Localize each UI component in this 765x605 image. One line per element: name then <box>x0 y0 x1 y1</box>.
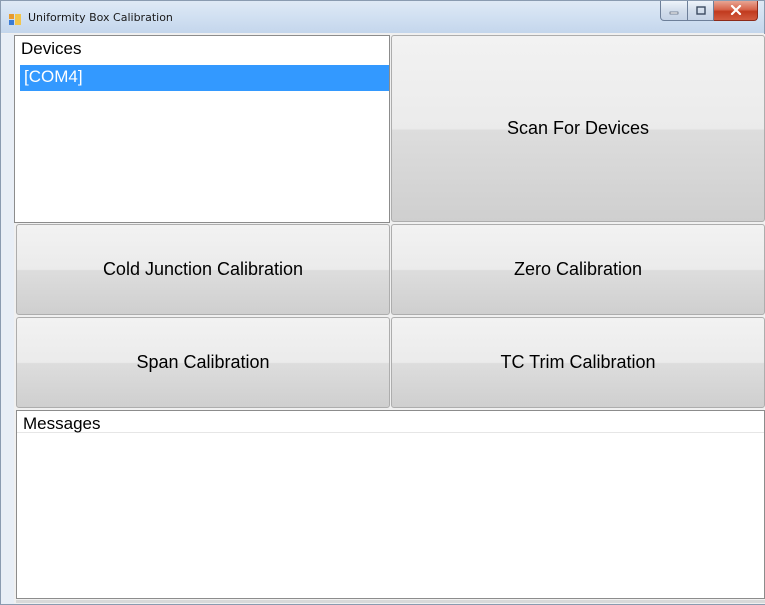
device-list[interactable]: [COM4] <box>20 65 389 91</box>
messages-text-area[interactable] <box>17 434 764 598</box>
window-title: Uniformity Box Calibration <box>28 11 173 24</box>
span-calibration-button[interactable]: Span Calibration <box>16 317 390 408</box>
main-window: Uniformity Box Calibration Devices [COM4… <box>0 0 765 605</box>
device-list-item[interactable]: [COM4] <box>20 65 389 91</box>
zero-calibration-button[interactable]: Zero Calibration <box>391 224 765 315</box>
minimize-button[interactable] <box>660 1 688 21</box>
client-area: Devices [COM4] Scan For Devices Cold Jun… <box>14 34 765 604</box>
minimize-icon <box>669 2 679 20</box>
cold-junction-calibration-button[interactable]: Cold Junction Calibration <box>16 224 390 315</box>
caption-buttons <box>660 1 758 21</box>
devices-header: Devices <box>21 39 82 58</box>
close-button[interactable] <box>714 1 758 21</box>
devices-panel: Devices [COM4] <box>14 35 390 223</box>
messages-panel: Messages <box>16 410 765 599</box>
title-bar[interactable]: Uniformity Box Calibration <box>1 1 764 33</box>
status-strip <box>16 600 765 603</box>
maximize-icon <box>695 2 706 20</box>
app-icon[interactable] <box>9 12 21 25</box>
close-icon <box>730 2 742 20</box>
messages-header: Messages <box>17 411 764 433</box>
window-left-edge <box>1 34 14 604</box>
maximize-button[interactable] <box>688 1 714 21</box>
tc-trim-calibration-button[interactable]: TC Trim Calibration <box>391 317 765 408</box>
scan-for-devices-button[interactable]: Scan For Devices <box>391 35 765 222</box>
